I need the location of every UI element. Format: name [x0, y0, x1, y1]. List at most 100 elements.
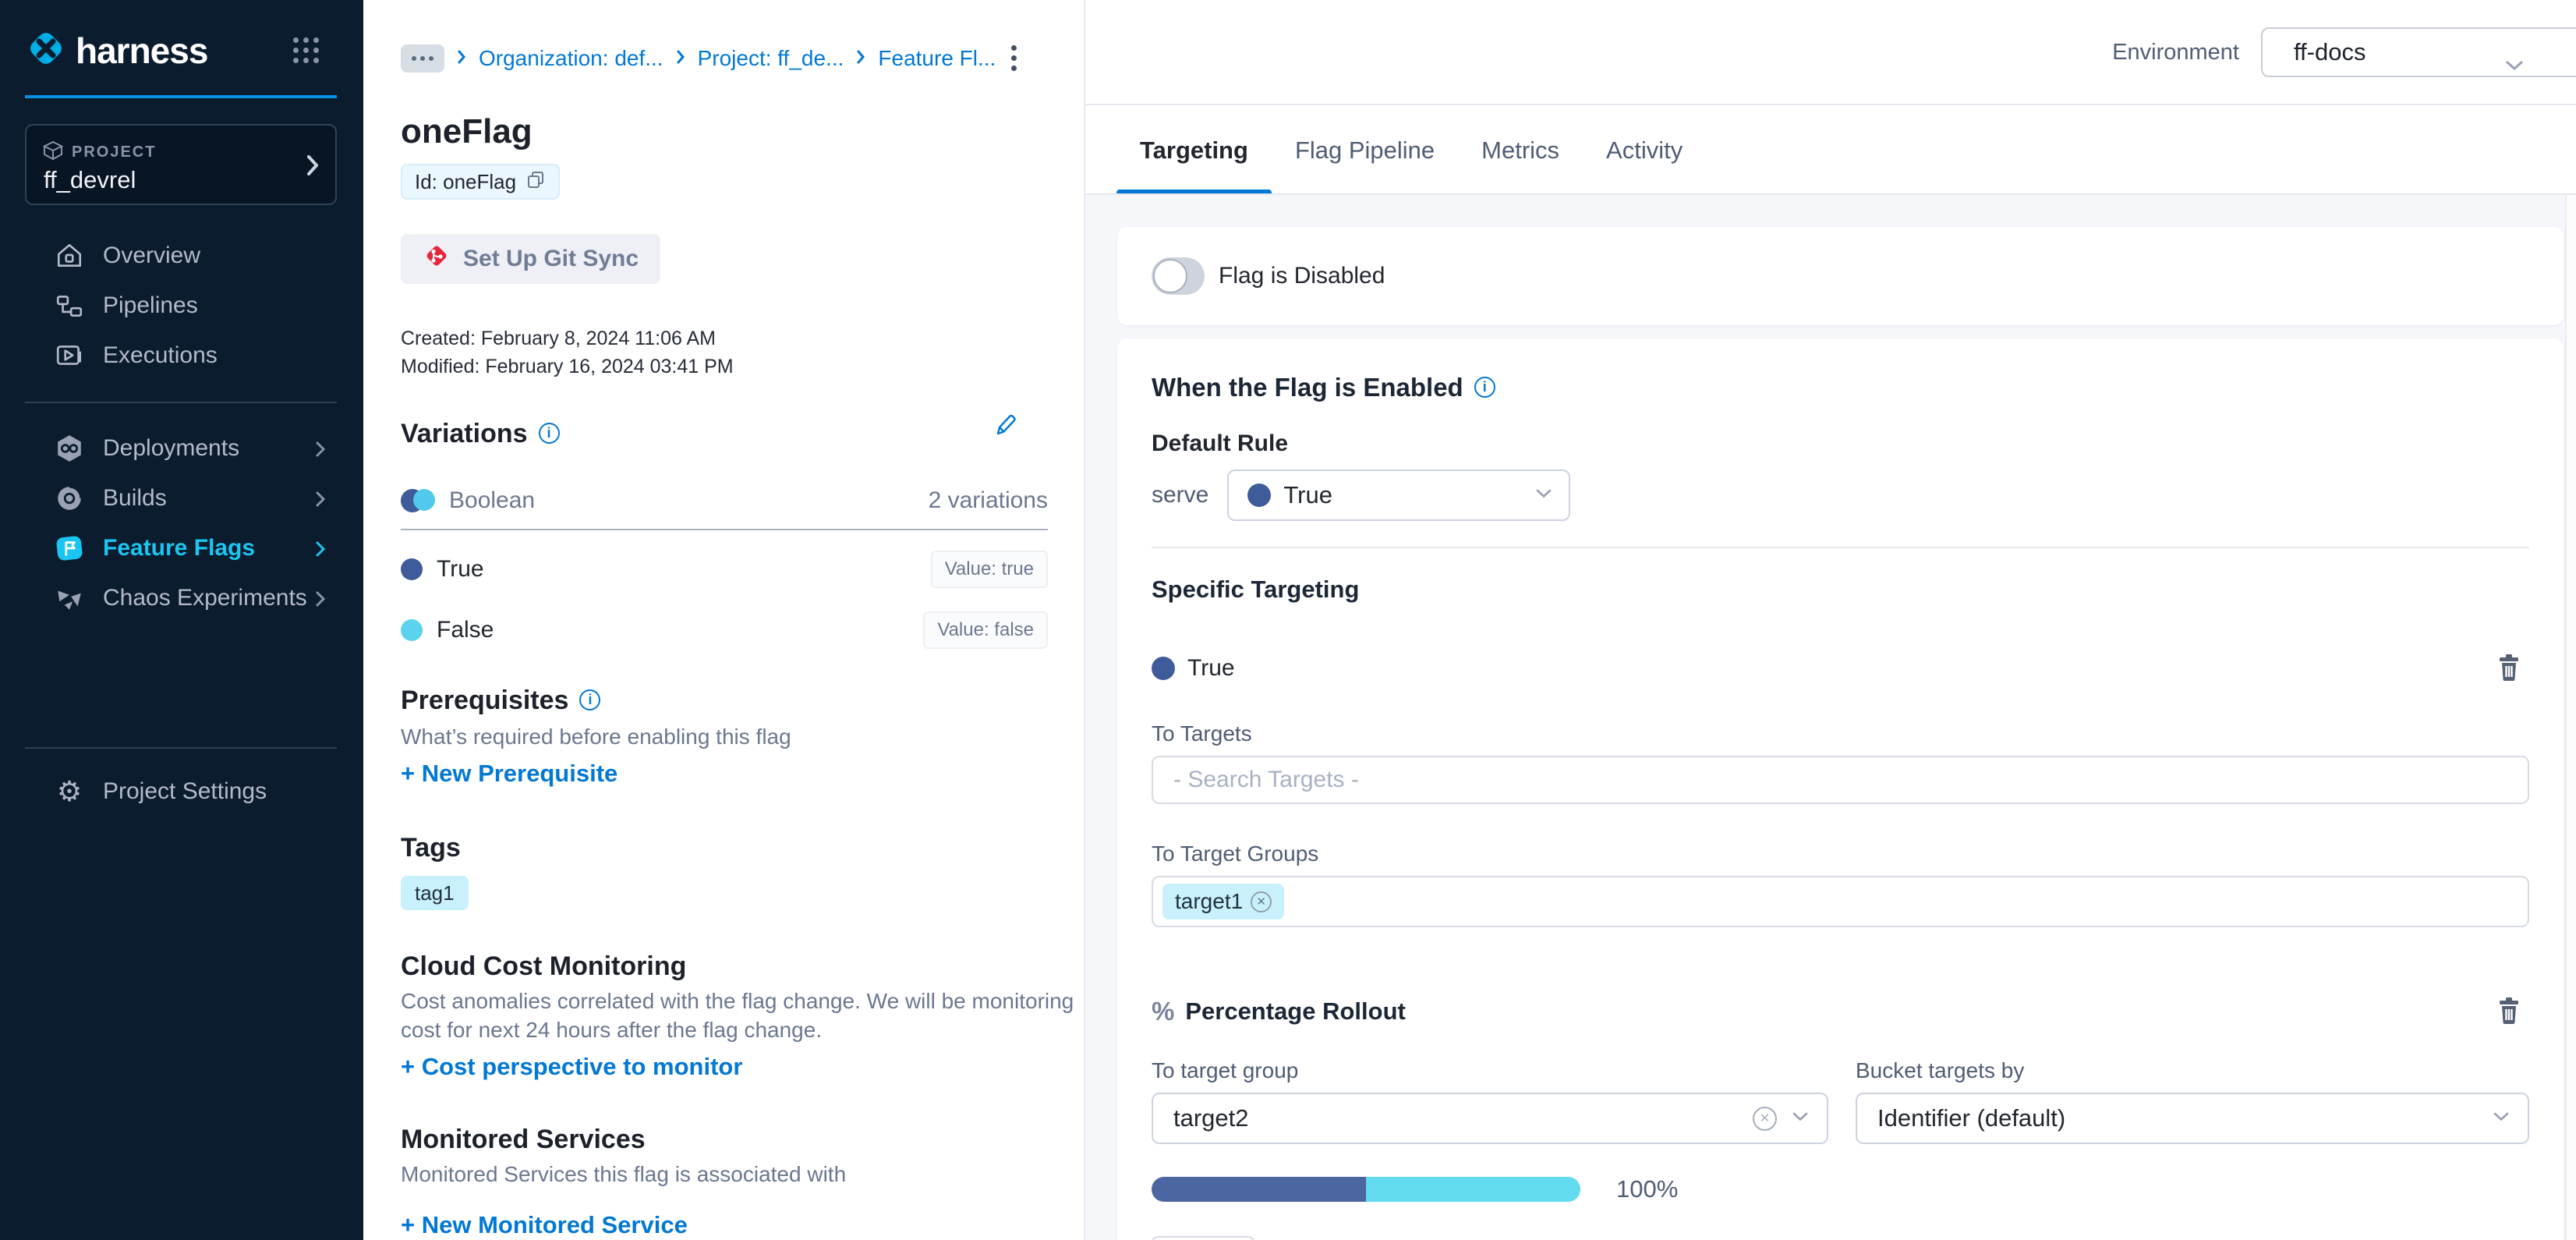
- flag-id-chip[interactable]: Id: oneFlag: [401, 164, 560, 200]
- flag-enabled-toggle[interactable]: [1152, 257, 1205, 295]
- bucket-targets-by-select[interactable]: Identifier (default): [1856, 1093, 2529, 1144]
- tab-activity[interactable]: Activity: [1583, 105, 1706, 195]
- breadcrumb-ellipsis-button[interactable]: [401, 44, 444, 73]
- breadcrumb-link-organization[interactable]: Organization: def...: [479, 46, 663, 71]
- chevron-down-icon: [2493, 1111, 2509, 1125]
- chevron-right-icon: [856, 49, 865, 69]
- copy-icon[interactable]: [525, 169, 546, 195]
- true-weight-input[interactable]: [1152, 1236, 1254, 1240]
- sidebar-item-label: Executions: [103, 342, 218, 369]
- edit-variations-icon[interactable]: [993, 412, 1017, 442]
- chevron-down-icon: [1536, 488, 1552, 502]
- default-serve-value: True: [1283, 481, 1332, 509]
- variation-type-row: Boolean 2 variations: [401, 485, 1048, 516]
- pipelines-icon: [55, 291, 84, 321]
- flag-state-label: Flag is Disabled: [1219, 263, 1385, 289]
- default-serve-select[interactable]: True: [1227, 469, 1570, 521]
- target-groups-input[interactable]: target1 ✕: [1152, 876, 2529, 927]
- project-cube-icon: [42, 140, 64, 165]
- rollout-progress-bar: [1152, 1177, 1580, 1202]
- rollout-target-group-select[interactable]: target2 ✕: [1152, 1093, 1828, 1144]
- chevron-right-icon: [315, 540, 326, 562]
- info-icon[interactable]: i: [539, 423, 560, 444]
- more-options-icon[interactable]: [1007, 41, 1021, 76]
- search-targets-input[interactable]: [1152, 756, 2529, 804]
- bucket-targets-by-value: Identifier (default): [1877, 1104, 2065, 1132]
- enabled-heading: When the Flag is Enabled: [1152, 373, 1463, 402]
- sidebar-divider: [25, 402, 337, 403]
- cloud-cost-description: Cost anomalies correlated with the flag …: [401, 987, 1087, 1044]
- flag-detail-panel: Organization: def... Project: ff_de... F…: [363, 0, 1085, 1240]
- project-label: PROJECT: [72, 143, 156, 161]
- remove-target-group-icon[interactable]: ✕: [1251, 891, 1272, 912]
- apps-grid-icon[interactable]: [293, 37, 319, 63]
- default-rule-label: Default Rule: [1152, 430, 2529, 457]
- sidebar-item-overview[interactable]: Overview: [0, 231, 363, 281]
- sidebar-item-deployments[interactable]: Deployments: [0, 423, 363, 473]
- brand[interactable]: harness: [26, 28, 207, 73]
- delete-percentage-rollout-icon[interactable]: [2496, 996, 2521, 1029]
- to-targets-label: To Targets: [1152, 721, 2529, 746]
- sidebar-item-project-settings[interactable]: ⚙ Project Settings: [0, 767, 363, 817]
- chevron-right-icon: [306, 152, 320, 182]
- info-icon[interactable]: i: [579, 689, 600, 710]
- gear-icon: ⚙: [55, 778, 84, 806]
- tab-flag-pipeline[interactable]: Flag Pipeline: [1272, 105, 1458, 195]
- prerequisites-heading-row: Prerequisites i: [401, 685, 1048, 716]
- new-monitored-service-button[interactable]: + New Monitored Service: [401, 1210, 1048, 1240]
- cloud-cost-heading: Cloud Cost Monitoring: [401, 951, 1048, 982]
- info-icon[interactable]: i: [1474, 377, 1495, 398]
- rollout-false-segment: [1366, 1177, 1580, 1202]
- delete-specific-targeting-icon[interactable]: [2496, 653, 2521, 686]
- rollout-inputs-row: target2 ✕ Identifier (default): [1152, 1093, 2529, 1144]
- tab-targeting[interactable]: Targeting: [1116, 105, 1272, 195]
- serve-label: serve: [1152, 482, 1208, 508]
- sidebar-item-label: Overview: [103, 243, 200, 269]
- rollout-progress-row: 100%: [1152, 1175, 2529, 1203]
- sidebar-item-feature-flags[interactable]: Feature Flags: [0, 523, 363, 573]
- sidebar-item-label: Project Settings: [103, 778, 267, 805]
- percentage-rollout-row: % Percentage Rollout: [1152, 996, 2529, 1027]
- clear-selection-icon[interactable]: ✕: [1753, 1107, 1777, 1131]
- vertical-scrollbar[interactable]: [2565, 195, 2576, 1240]
- sidebar: harness PROJECT ff_devrel: [0, 0, 363, 1240]
- specific-targeting-heading: Specific Targeting: [1152, 576, 2529, 603]
- project-selector[interactable]: PROJECT ff_devrel: [25, 124, 337, 205]
- sidebar-item-pipelines[interactable]: Pipelines: [0, 281, 363, 331]
- sidebar-item-builds[interactable]: Builds: [0, 473, 363, 523]
- variations-heading: Variations: [401, 418, 528, 449]
- setup-git-sync-button[interactable]: Set Up Git Sync: [401, 234, 660, 284]
- targeting-rules-card: When the Flag is Enabled i Default Rule …: [1117, 338, 2564, 1240]
- sidebar-item-executions[interactable]: Executions: [0, 331, 363, 381]
- sidebar-item-chaos-experiments[interactable]: Chaos Experiments: [0, 573, 363, 623]
- breadcrumb-link-project[interactable]: Project: ff_de...: [698, 46, 844, 71]
- chaos-experiments-icon: [55, 583, 84, 613]
- variation-row-true: True Value: true: [401, 552, 1048, 586]
- chevron-right-icon: [676, 49, 685, 69]
- flag-state-card: Flag is Disabled: [1117, 227, 2564, 325]
- git-sync-label: Set Up Git Sync: [463, 246, 639, 272]
- tag-chip[interactable]: tag1: [401, 876, 469, 910]
- sidebar-item-label: Chaos Experiments: [103, 585, 307, 611]
- variation-value-chip: Value: false: [923, 611, 1048, 649]
- breadcrumb: Organization: def... Project: ff_de... F…: [401, 42, 1048, 75]
- to-target-group-label: To target group: [1152, 1058, 1828, 1083]
- new-prerequisite-button[interactable]: + New Prerequisite: [401, 759, 1048, 788]
- sidebar-accent-divider: [25, 95, 337, 98]
- cost-perspective-button[interactable]: + Cost perspective to monitor: [401, 1052, 1048, 1082]
- target-group-chip: target1 ✕: [1162, 884, 1284, 919]
- environment-select[interactable]: ff-docs: [2261, 27, 2576, 77]
- page-title: oneFlag: [401, 112, 1048, 151]
- rollout-weight-row: % True: [1152, 1236, 2529, 1240]
- default-rule-row: serve True: [1152, 469, 2529, 521]
- breadcrumb-link-feature-flags[interactable]: Feature Fl...: [878, 46, 996, 71]
- tab-metrics[interactable]: Metrics: [1458, 105, 1583, 195]
- variations-heading-row: Variations i: [401, 418, 1048, 449]
- prerequisites-description: What’s required before enabling this fla…: [401, 722, 1048, 751]
- home-icon: [55, 241, 84, 271]
- chevron-right-icon: [315, 440, 326, 462]
- false-variation-dot: [401, 619, 423, 641]
- sidebar-item-label: Builds: [103, 485, 167, 512]
- sidebar-divider: [25, 747, 337, 749]
- true-variation-dot: [1152, 657, 1175, 680]
